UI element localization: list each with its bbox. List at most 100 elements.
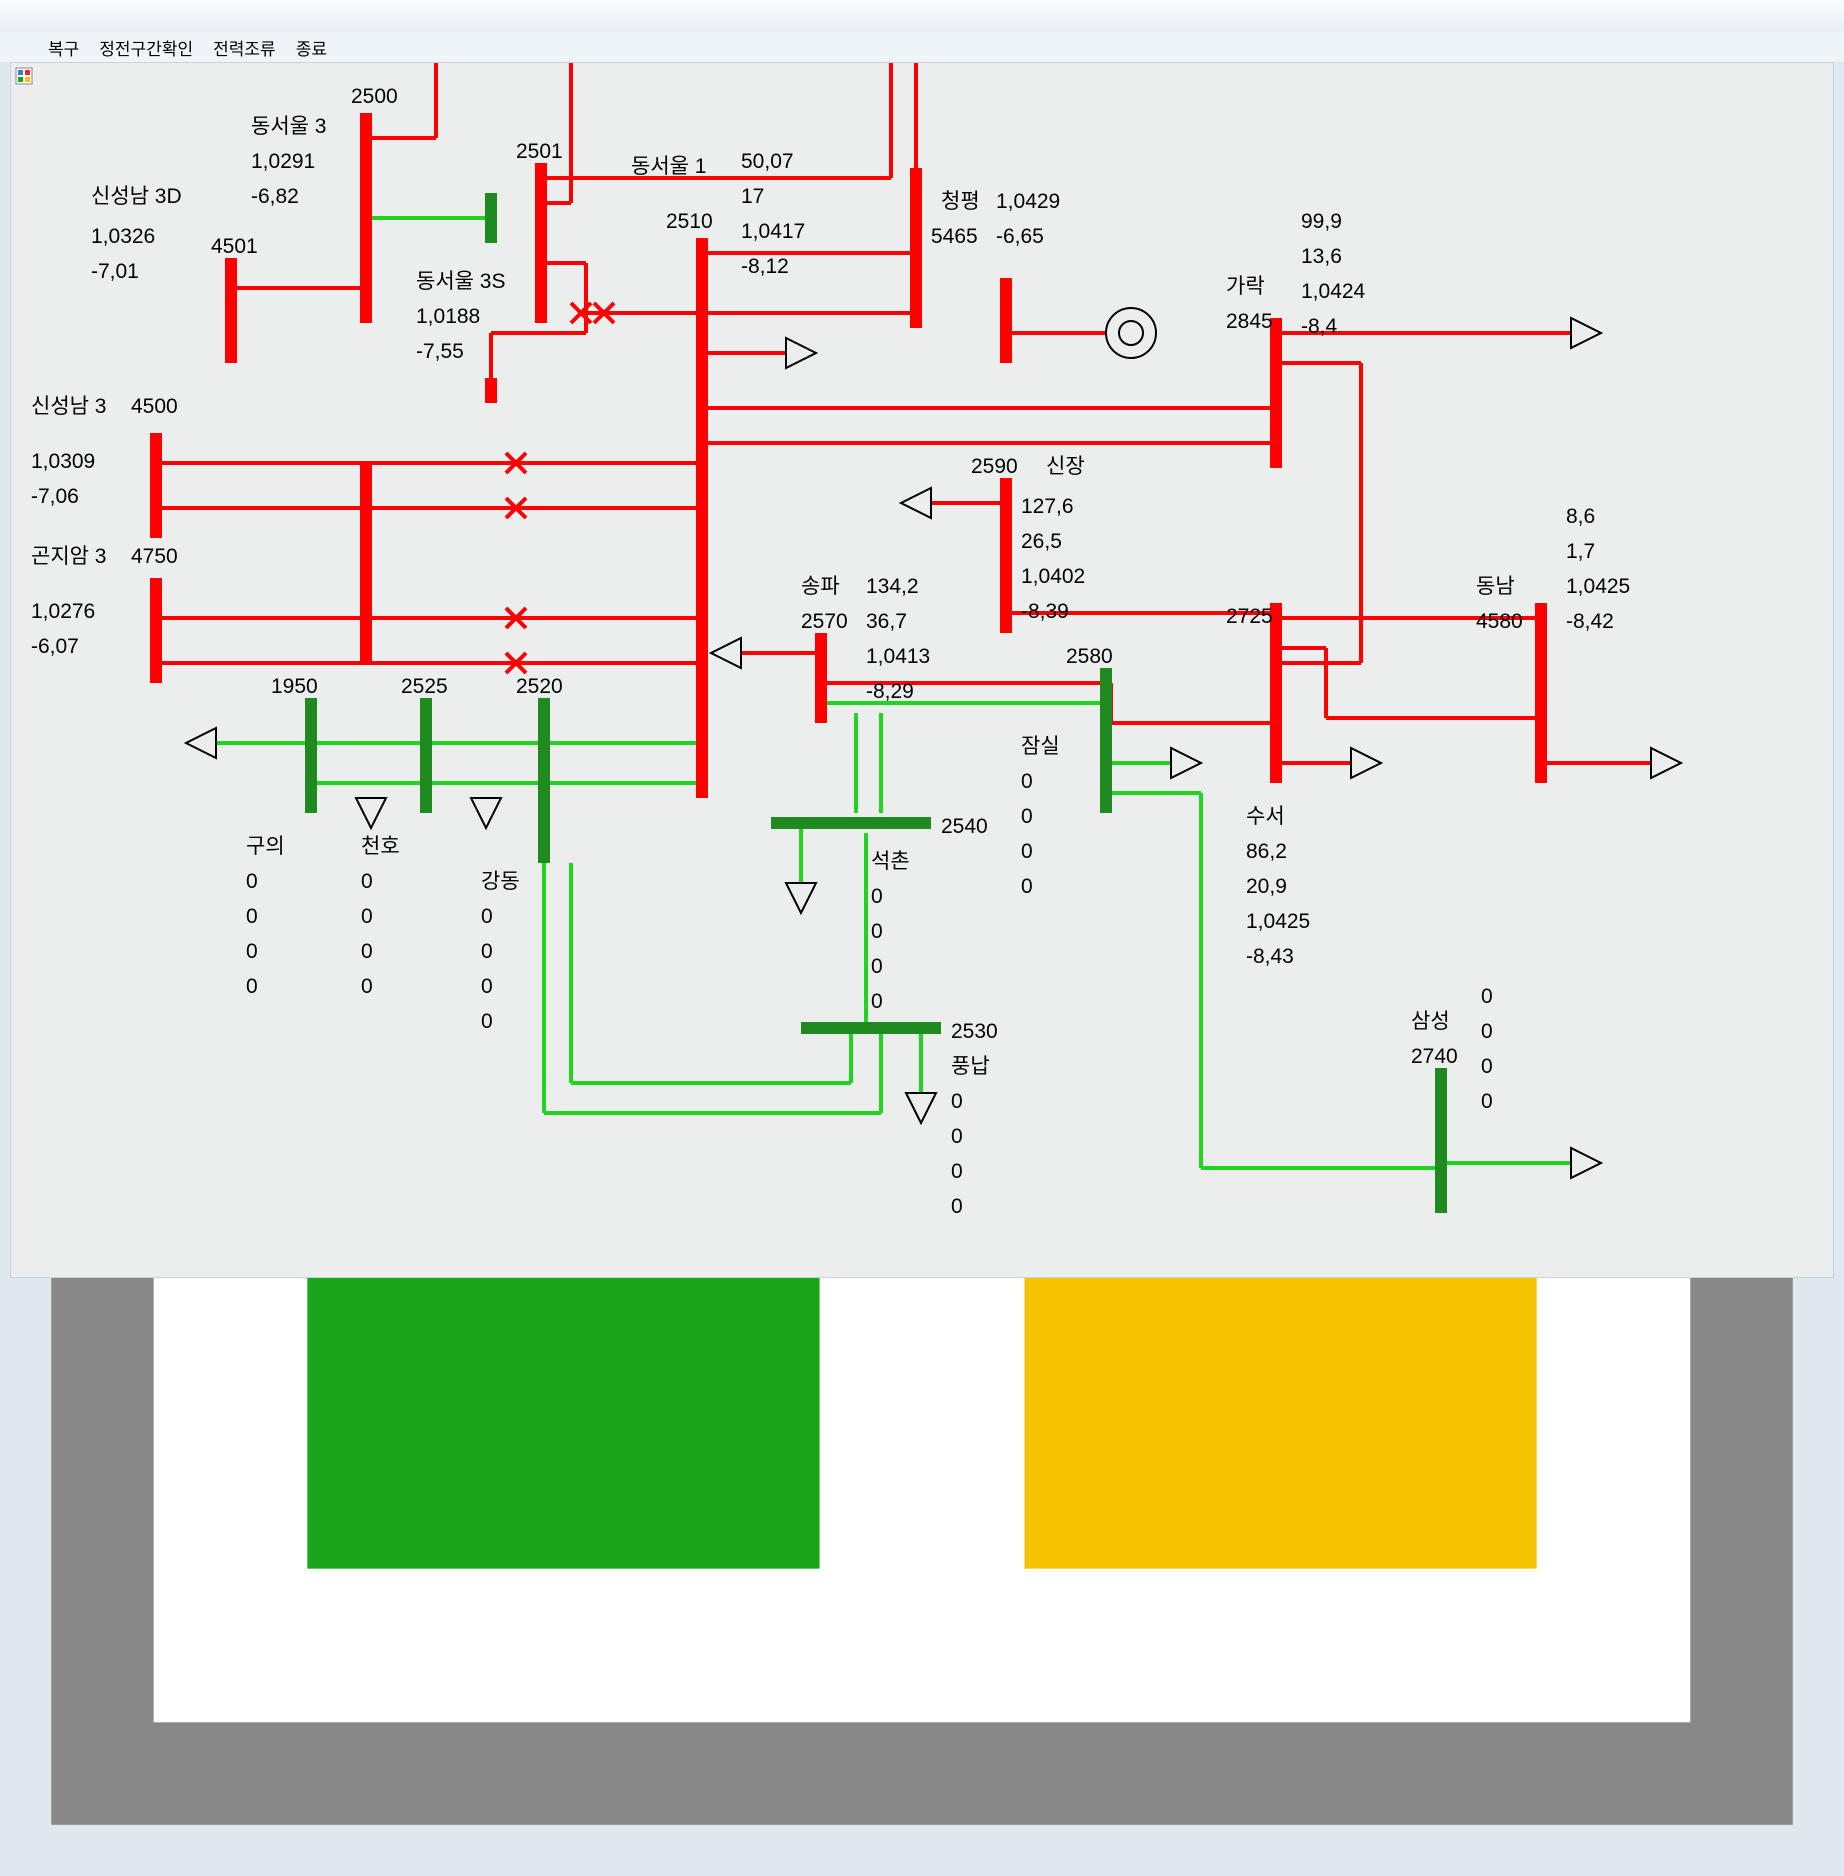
svg-text:2540: 2540	[941, 815, 988, 838]
svg-text:0: 0	[361, 870, 373, 893]
svg-text:0: 0	[951, 1125, 963, 1148]
arrow-icon	[711, 638, 741, 668]
svg-text:0: 0	[871, 955, 883, 978]
svg-text:2740: 2740	[1411, 1045, 1458, 1068]
svg-text:삼성: 삼성	[1411, 1010, 1450, 1033]
svg-text:0: 0	[246, 870, 258, 893]
svg-text:0: 0	[1481, 985, 1493, 1008]
arrow-icon	[356, 798, 386, 828]
arrow-icon	[1171, 748, 1201, 778]
svg-text:2570: 2570	[801, 610, 848, 633]
svg-text:17: 17	[741, 185, 764, 208]
svg-text:0: 0	[871, 990, 883, 1013]
svg-text:강동: 강동	[481, 870, 520, 893]
svg-text:-8,4: -8,4	[1301, 315, 1338, 338]
svg-text:0: 0	[951, 1090, 963, 1113]
svg-text:잠실: 잠실	[1021, 735, 1060, 758]
svg-text:4501: 4501	[211, 235, 258, 258]
svg-text:4750: 4750	[131, 545, 178, 568]
svg-text:1,0429: 1,0429	[996, 190, 1060, 213]
svg-text:청평: 청평	[941, 190, 980, 213]
svg-text:1,0413: 1,0413	[866, 645, 930, 668]
svg-text:36,7: 36,7	[866, 610, 907, 633]
svg-text:0: 0	[481, 940, 493, 963]
svg-text:-7,06: -7,06	[31, 485, 79, 508]
svg-text:0: 0	[361, 905, 373, 928]
svg-text:2500: 2500	[351, 85, 398, 108]
svg-text:곤지암 3: 곤지암 3	[31, 545, 106, 568]
menubar: 복구 정전구간확인 전력조류 종료	[0, 32, 1844, 62]
svg-text:1,0425: 1,0425	[1246, 910, 1310, 933]
svg-text:0: 0	[1021, 875, 1033, 898]
svg-text:0: 0	[1481, 1090, 1493, 1113]
svg-text:99,9: 99,9	[1301, 210, 1342, 233]
svg-text:0: 0	[1021, 770, 1033, 793]
svg-text:1,0402: 1,0402	[1021, 565, 1085, 588]
svg-text:127,6: 127,6	[1021, 495, 1074, 518]
svg-text:송파: 송파	[801, 575, 840, 598]
svg-text:석촌: 석촌	[871, 850, 910, 873]
svg-text:신장: 신장	[1046, 455, 1085, 478]
svg-text:0: 0	[361, 940, 373, 963]
svg-text:0: 0	[871, 920, 883, 943]
svg-text:2530: 2530	[951, 1020, 998, 1043]
svg-text:풍납: 풍납	[951, 1055, 990, 1078]
svg-text:0: 0	[246, 905, 258, 928]
svg-text:0: 0	[951, 1160, 963, 1183]
svg-text:1,0425: 1,0425	[1566, 575, 1630, 598]
arrow-icon	[1351, 748, 1381, 778]
diagram-canvas: 2500 동서울 3 1,0291 -6,82 2501 동서울 3S 1,01…	[10, 62, 1834, 1278]
svg-text:13,6: 13,6	[1301, 245, 1342, 268]
svg-text:5465: 5465	[931, 225, 978, 248]
svg-text:0: 0	[1481, 1020, 1493, 1043]
app-icon	[10, 38, 28, 56]
svg-text:0: 0	[1481, 1055, 1493, 1078]
arrow-icon	[471, 798, 501, 828]
svg-text:-6,65: -6,65	[996, 225, 1044, 248]
svg-text:0: 0	[481, 1010, 493, 1033]
svg-text:-7,01: -7,01	[91, 260, 139, 283]
svg-text:2725: 2725	[1226, 605, 1273, 628]
svg-text:1,0188: 1,0188	[416, 305, 480, 328]
generator-icon	[1106, 308, 1156, 358]
power-grid-svg: 2500 동서울 3 1,0291 -6,82 2501 동서울 3S 1,01…	[11, 63, 1831, 1283]
svg-text:-8,43: -8,43	[1246, 945, 1294, 968]
arrow-icon	[901, 488, 931, 518]
svg-text:1,0326: 1,0326	[91, 225, 155, 248]
svg-text:1,0309: 1,0309	[31, 450, 95, 473]
svg-text:1,0417: 1,0417	[741, 220, 805, 243]
svg-text:-7,55: -7,55	[416, 340, 464, 363]
svg-text:2501: 2501	[516, 140, 563, 163]
svg-text:가락: 가락	[1226, 275, 1265, 298]
svg-text:4500: 4500	[131, 395, 178, 418]
svg-text:2520: 2520	[516, 675, 563, 698]
svg-text:1,0276: 1,0276	[31, 600, 95, 623]
svg-text:2525: 2525	[401, 675, 448, 698]
svg-text:-8,42: -8,42	[1566, 610, 1614, 633]
svg-text:20,9: 20,9	[1246, 875, 1287, 898]
svg-text:8,6: 8,6	[1566, 505, 1595, 528]
svg-text:2580: 2580	[1066, 645, 1113, 668]
svg-text:0: 0	[1021, 840, 1033, 863]
svg-text:동서울 3S: 동서울 3S	[416, 270, 505, 293]
svg-text:1,7: 1,7	[1566, 540, 1595, 563]
svg-text:0: 0	[246, 975, 258, 998]
svg-text:0: 0	[246, 940, 258, 963]
svg-text:26,5: 26,5	[1021, 530, 1062, 553]
svg-text:동서울 3: 동서울 3	[251, 115, 326, 138]
svg-text:-8,12: -8,12	[741, 255, 789, 278]
svg-text:0: 0	[361, 975, 373, 998]
arrow-icon	[1651, 748, 1681, 778]
arrow-icon	[1571, 1148, 1601, 1178]
svg-text:0: 0	[871, 885, 883, 908]
svg-text:134,2: 134,2	[866, 575, 919, 598]
arrow-icon	[1571, 318, 1601, 348]
svg-text:천호: 천호	[361, 835, 400, 858]
svg-text:수서: 수서	[1246, 805, 1285, 828]
arrow-icon	[786, 338, 816, 368]
svg-text:구의: 구의	[246, 835, 285, 858]
svg-text:동남: 동남	[1476, 575, 1515, 598]
arrow-icon	[906, 1093, 936, 1123]
window-titlebar	[0, 0, 1844, 33]
svg-text:86,2: 86,2	[1246, 840, 1287, 863]
